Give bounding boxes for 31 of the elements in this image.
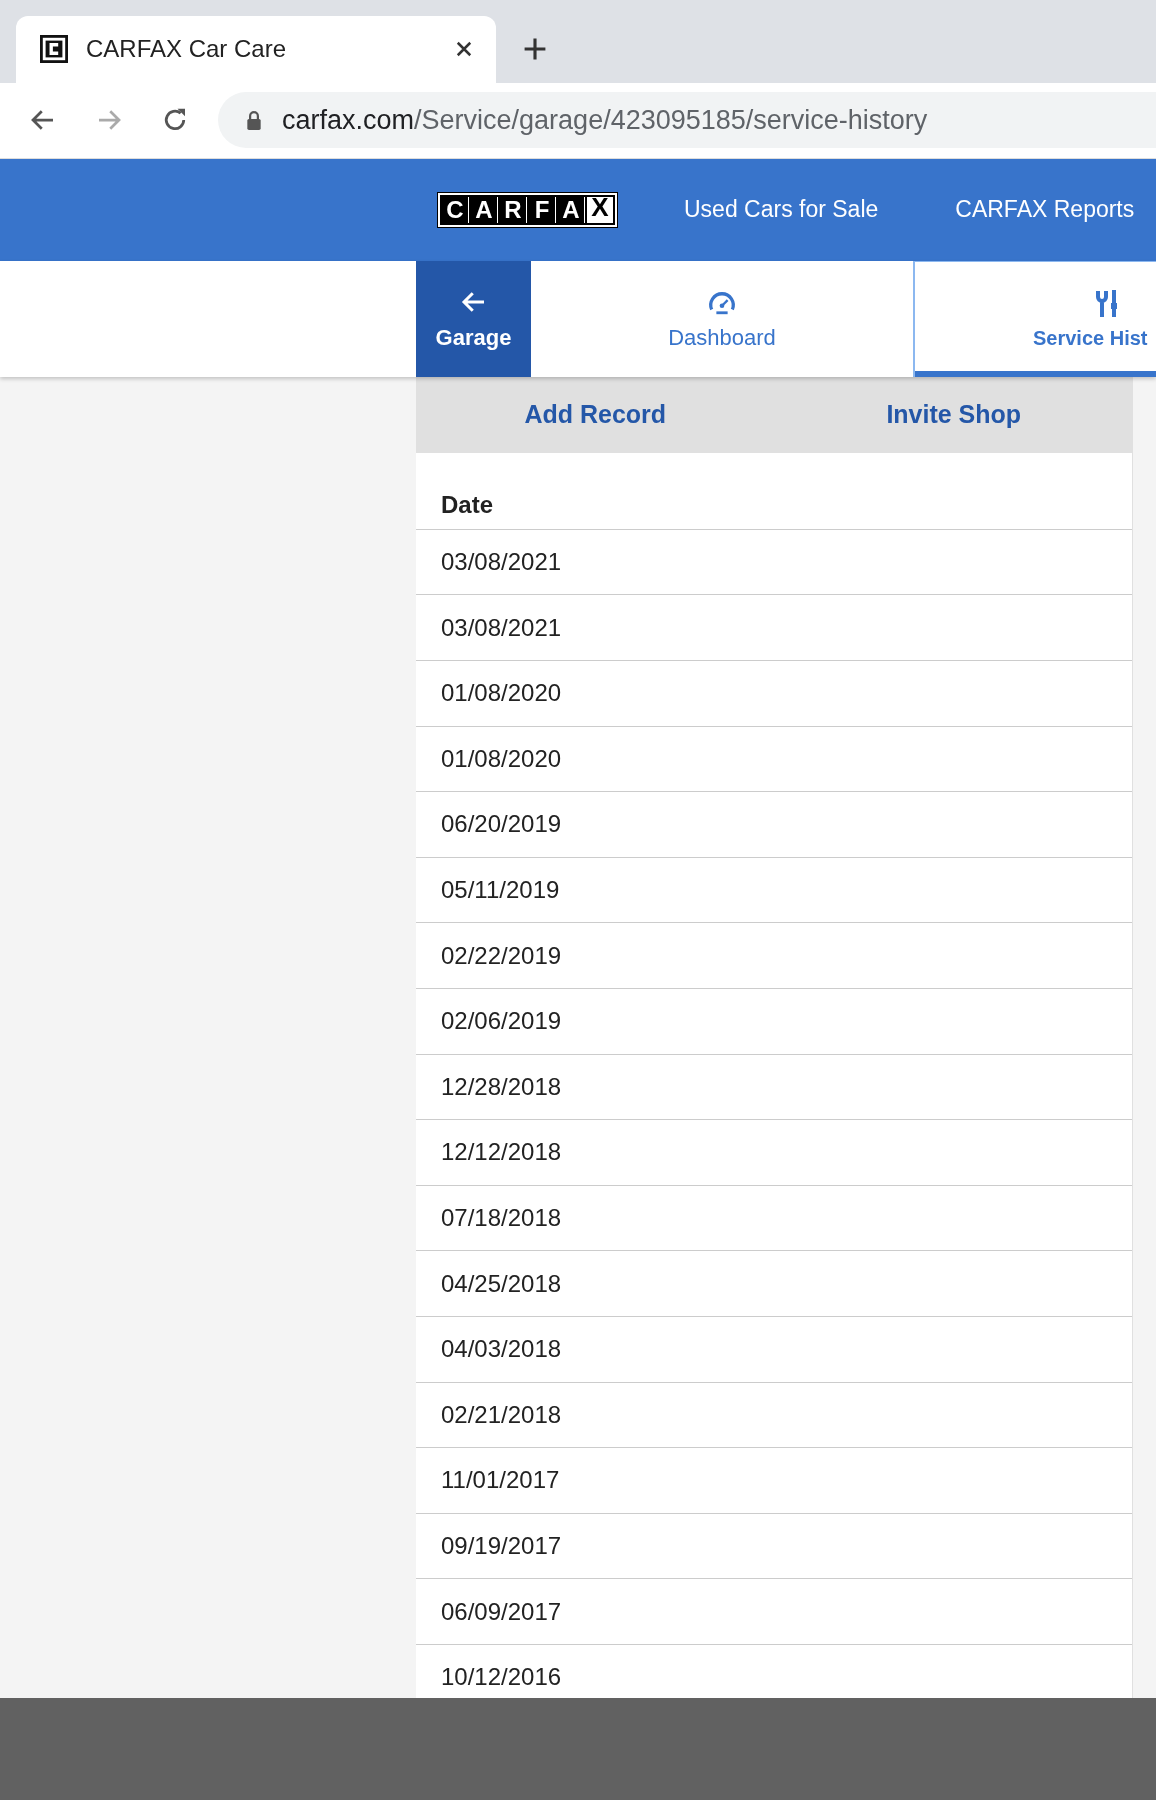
table-row[interactable]: 01/08/2020 — [416, 726, 1132, 793]
table-row[interactable]: 05/11/2019 — [416, 857, 1132, 924]
table-row[interactable]: 06/20/2019 — [416, 792, 1132, 858]
nav-tab[interactable]: Dashboard — [531, 260, 913, 377]
table-row[interactable]: 03/08/2021 — [416, 595, 1132, 661]
table-row[interactable]: 02/22/2019 — [416, 923, 1132, 989]
action-link[interactable]: Invite Shop — [774, 400, 1133, 430]
address-bar[interactable]: carfax.com/Service/garage/423095185/service-history — [218, 92, 1156, 149]
header-link[interactable]: Used Cars for Sale — [684, 196, 879, 224]
garage-back-tab[interactable]: Garage — [416, 260, 531, 377]
table-row[interactable]: 09/19/2017 — [416, 1513, 1132, 1580]
table-row[interactable]: 03/08/2021 — [416, 529, 1132, 596]
nav-tab[interactable]: Service Hist — [913, 260, 1156, 377]
table-row[interactable]: 07/18/2018 — [416, 1185, 1132, 1252]
column-header: Date — [416, 452, 1132, 530]
table-row[interactable]: 04/03/2018 — [416, 1316, 1132, 1383]
lock-icon — [246, 110, 262, 131]
table-row[interactable]: 02/06/2019 — [416, 988, 1132, 1055]
carfax-logo[interactable]: C A R F A X — [438, 192, 617, 227]
table-row[interactable]: 01/08/2020 — [416, 660, 1132, 727]
action-link[interactable]: Add Record — [416, 400, 775, 430]
table-row[interactable]: 12/28/2018 — [416, 1054, 1132, 1121]
favicon-icon — [40, 35, 68, 64]
table-row[interactable]: 12/12/2018 — [416, 1120, 1132, 1186]
table-row[interactable]: 06/09/2017 — [416, 1579, 1132, 1645]
browser-tab[interactable]: CARFAX Car Care — [16, 15, 496, 83]
table-row[interactable]: 02/21/2018 — [416, 1382, 1132, 1449]
tab-title: CARFAX Car Care — [86, 35, 288, 64]
table-row[interactable]: 11/01/2017 — [416, 1448, 1132, 1514]
header-link[interactable]: CARFAX Reports — [955, 196, 1135, 224]
table-row[interactable]: 04/25/2018 — [416, 1251, 1132, 1317]
